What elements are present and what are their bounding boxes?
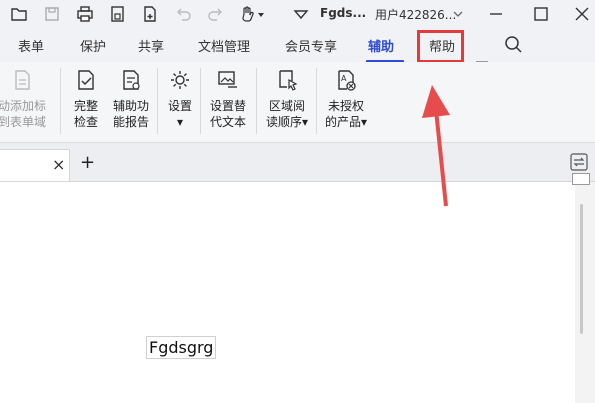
gear-icon [171,71,189,89]
set-alt-text-label: 设置替 代文本 [209,99,246,129]
menu-item-member[interactable]: 会员专享 [285,36,337,55]
auto-add-form-fields-label: 动添加标 到表单域 [0,99,46,129]
accessibility-report-label: 辅助功 能报告 [112,99,149,129]
dropdown-icon[interactable] [292,5,310,23]
report-icon [123,70,140,90]
hand-tool-icon[interactable] [238,5,256,23]
add-tab-icon[interactable]: + [80,152,95,173]
set-alt-text-button[interactable]: 设置替 代文本 [205,68,251,130]
settings-label: 设置 ▾ [167,99,192,129]
document-text[interactable]: Fgdsgrg [146,336,217,359]
document-canvas[interactable] [0,182,575,403]
unlicensed-product-button[interactable]: A 未授权 的产品▾ [320,68,372,130]
folder-icon[interactable] [10,5,28,23]
tab-list-icon[interactable] [570,153,588,171]
ribbon-divider [157,68,158,134]
new-file-icon[interactable] [141,5,159,23]
ribbon-divider [316,68,317,134]
title-bar: Fgds... 用户422826... [0,0,595,28]
full-check-button[interactable]: 完整 检查 [68,68,104,130]
menu-item-share[interactable]: 共享 [138,36,164,55]
ribbon-divider [60,68,61,134]
auto-add-form-fields-button[interactable]: 动添加标 到表单域 [0,68,58,130]
undo-icon[interactable] [174,5,192,23]
reading-order-button[interactable]: 区域阅 读顺序▾ [261,68,313,130]
menu-item-form[interactable]: 表单 [18,36,44,55]
settings-button[interactable]: 设置 ▾ [163,68,197,130]
full-check-label: 完整 检查 [73,99,98,129]
print-icon[interactable] [76,5,94,23]
close-icon[interactable] [573,5,591,23]
document-tab[interactable]: × [0,149,70,181]
accessibility-report-button[interactable]: 辅助功 能报告 [108,68,154,130]
menu-item-document-management[interactable]: 文档管理 [198,36,250,55]
svg-text:A: A [341,74,347,83]
hand-dropdown-icon[interactable] [256,5,266,23]
tab-close-icon[interactable]: × [52,155,65,174]
user-name[interactable]: 用户422826... [375,6,456,23]
annotation-arrow [422,85,450,207]
form-field-icon [15,70,30,90]
help-highlight-box [417,30,464,63]
unlicensed-icon: A [338,70,356,91]
reading-order-icon [279,70,298,91]
menu-item-protect[interactable]: 保护 [80,36,106,55]
user-chevron-down-icon[interactable] [452,5,464,23]
page-top-strip [572,173,590,185]
search-icon[interactable] [503,34,523,54]
ribbon-toolbar: 动添加标 到表单域 完整 检查 辅助功 能报告 设置 ▾ 设置替 代文本 区域阅… [0,62,595,143]
print-preview-icon[interactable] [109,5,127,23]
vertical-scrollbar-thumb[interactable] [580,204,583,334]
ribbon-divider [200,68,201,134]
vertical-scrollbar-track[interactable] [575,182,595,403]
ribbon-divider [256,68,257,134]
document-name: Fgds... [320,6,367,20]
save-icon[interactable] [43,5,61,23]
image-alt-text-icon [218,71,237,88]
menu-bar: 表单 保护 共享 文档管理 会员专享 辅助 帮助 [0,28,595,86]
maximize-icon[interactable] [532,5,550,23]
full-check-icon [78,70,94,90]
redo-icon[interactable] [207,5,225,23]
document-tab-bar: × + [0,143,595,182]
reading-order-label: 区域阅 读顺序▾ [265,99,309,129]
menu-item-accessibility[interactable]: 辅助 [368,36,394,55]
minimize-icon[interactable] [487,5,505,23]
unlicensed-product-label: 未授权 的产品▾ [324,99,368,129]
